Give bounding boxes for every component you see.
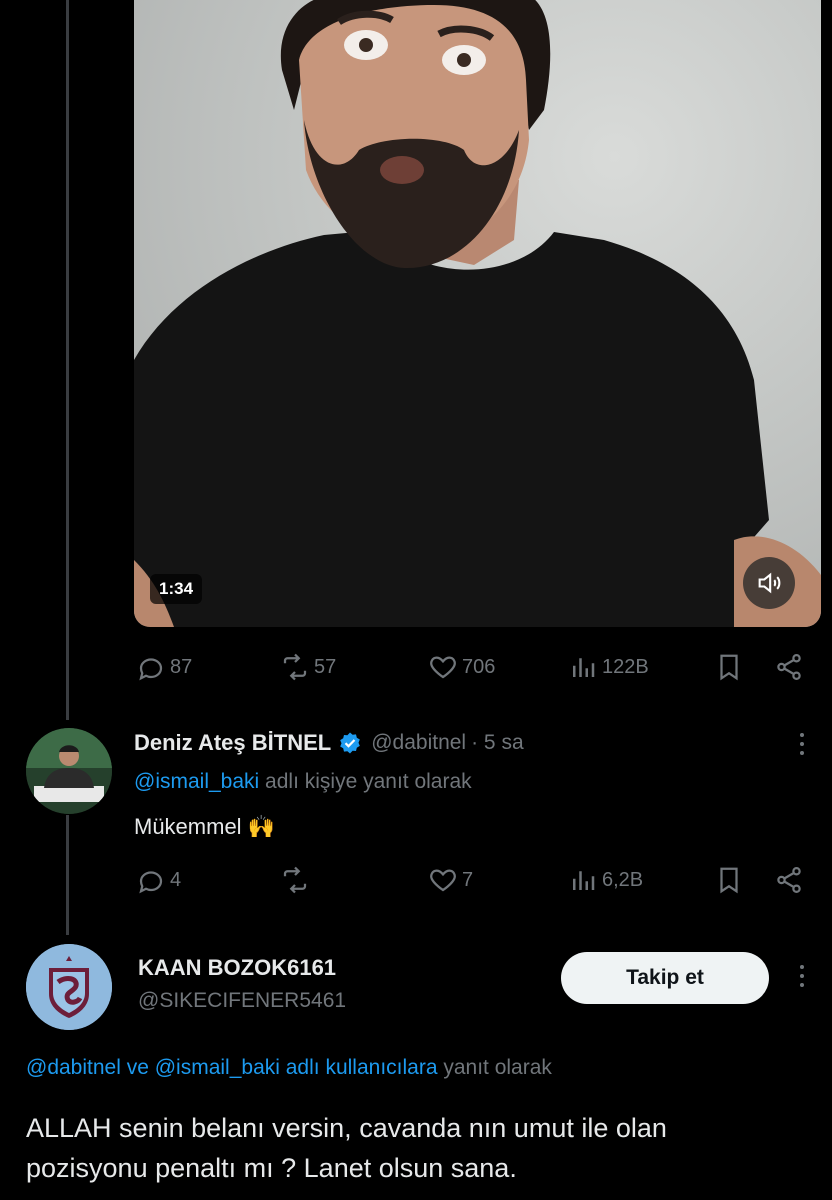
share-icon — [777, 654, 801, 680]
reply-count: 4 — [170, 868, 182, 891]
reply-context-text: adlı kişiye yanıt olarak — [265, 770, 472, 793]
tweet-text: Mükemmel 🙌 — [134, 814, 275, 840]
post-time: · 5 sa — [471, 731, 524, 754]
author-name[interactable]: KAAN BOZOK6161 — [138, 955, 336, 981]
reply-icon — [139, 871, 163, 894]
more-options-icon[interactable] — [798, 965, 806, 987]
bookmark-button[interactable] — [714, 865, 744, 895]
views-count: 122B — [602, 655, 649, 678]
heart-icon — [430, 656, 456, 679]
retweet-button[interactable]: 57 — [280, 652, 336, 682]
tweet-text-line: pozisyonu penaltı mı ? Lanet olsun sana. — [26, 1153, 517, 1183]
video-player[interactable]: 1:34 — [134, 0, 821, 627]
mention-links[interactable]: @dabitnel ve @ismail_baki adlı kullanıcı… — [26, 1056, 438, 1079]
reply-button[interactable]: 4 — [136, 865, 181, 895]
heart-icon — [430, 869, 456, 892]
views-button[interactable]: 6,2B — [568, 865, 643, 895]
like-button[interactable]: 7 — [428, 865, 473, 895]
mention-link[interactable]: @ismail_baki — [134, 770, 259, 793]
views-count: 6,2B — [602, 868, 644, 891]
like-count: 7 — [462, 868, 474, 891]
views-icon — [573, 658, 595, 677]
avatar[interactable] — [26, 944, 112, 1030]
video-duration: 1:34 — [150, 574, 203, 604]
author-handle[interactable]: @dabitnel — [371, 731, 466, 755]
retweet-button[interactable] — [280, 865, 314, 895]
reply-context: @dabitnel ve @ismail_baki adlı kullanıcı… — [26, 1056, 552, 1080]
avatar[interactable] — [26, 728, 112, 814]
share-button[interactable] — [774, 865, 804, 895]
more-options-icon[interactable] — [798, 733, 806, 755]
bookmark-icon — [720, 867, 738, 894]
retweet-count: 57 — [314, 655, 337, 678]
tweet-text: ALLAH senin belanı versin, cavanda nın u… — [26, 1108, 667, 1188]
bookmark-icon — [720, 654, 738, 681]
avatar-image — [26, 728, 112, 814]
mute-button[interactable] — [743, 557, 795, 609]
club-crest-logo — [26, 944, 112, 1030]
video-frame — [134, 0, 821, 627]
bookmark-button[interactable] — [714, 652, 744, 682]
reply-button[interactable]: 87 — [136, 652, 192, 682]
tweet-body: Mükemmel — [134, 814, 242, 839]
tweet-text-line: ALLAH senin belanı versin, cavanda nın u… — [26, 1113, 667, 1143]
verified-badge-icon — [340, 732, 361, 754]
views-button[interactable]: 122B — [568, 652, 649, 682]
reply-context-text: yanıt olarak — [443, 1056, 552, 1079]
reply-count: 87 — [170, 655, 193, 678]
like-button[interactable]: 706 — [428, 652, 495, 682]
retweet-icon — [283, 866, 307, 894]
author-handle[interactable]: @SIKECIFENER5461 — [138, 989, 346, 1013]
like-count: 706 — [462, 655, 496, 678]
reply1-header: Deniz Ateş BİTNEL @dabitnel · 5 sa — [134, 730, 524, 756]
reply-context: @ismail_baki adlı kişiye yanıt olarak — [134, 770, 472, 794]
author-name[interactable]: Deniz Ateş BİTNEL — [134, 730, 331, 756]
reply-icon — [139, 658, 163, 681]
views-icon — [573, 871, 595, 890]
thread-line — [66, 0, 69, 720]
speaker-muted-icon — [758, 572, 781, 594]
share-icon — [777, 867, 801, 893]
thread-line — [66, 815, 69, 935]
share-button[interactable] — [774, 652, 804, 682]
retweet-icon — [283, 653, 307, 681]
follow-button[interactable]: Takip et — [561, 952, 769, 1004]
raising-hands-emoji: 🙌 — [247, 814, 276, 839]
